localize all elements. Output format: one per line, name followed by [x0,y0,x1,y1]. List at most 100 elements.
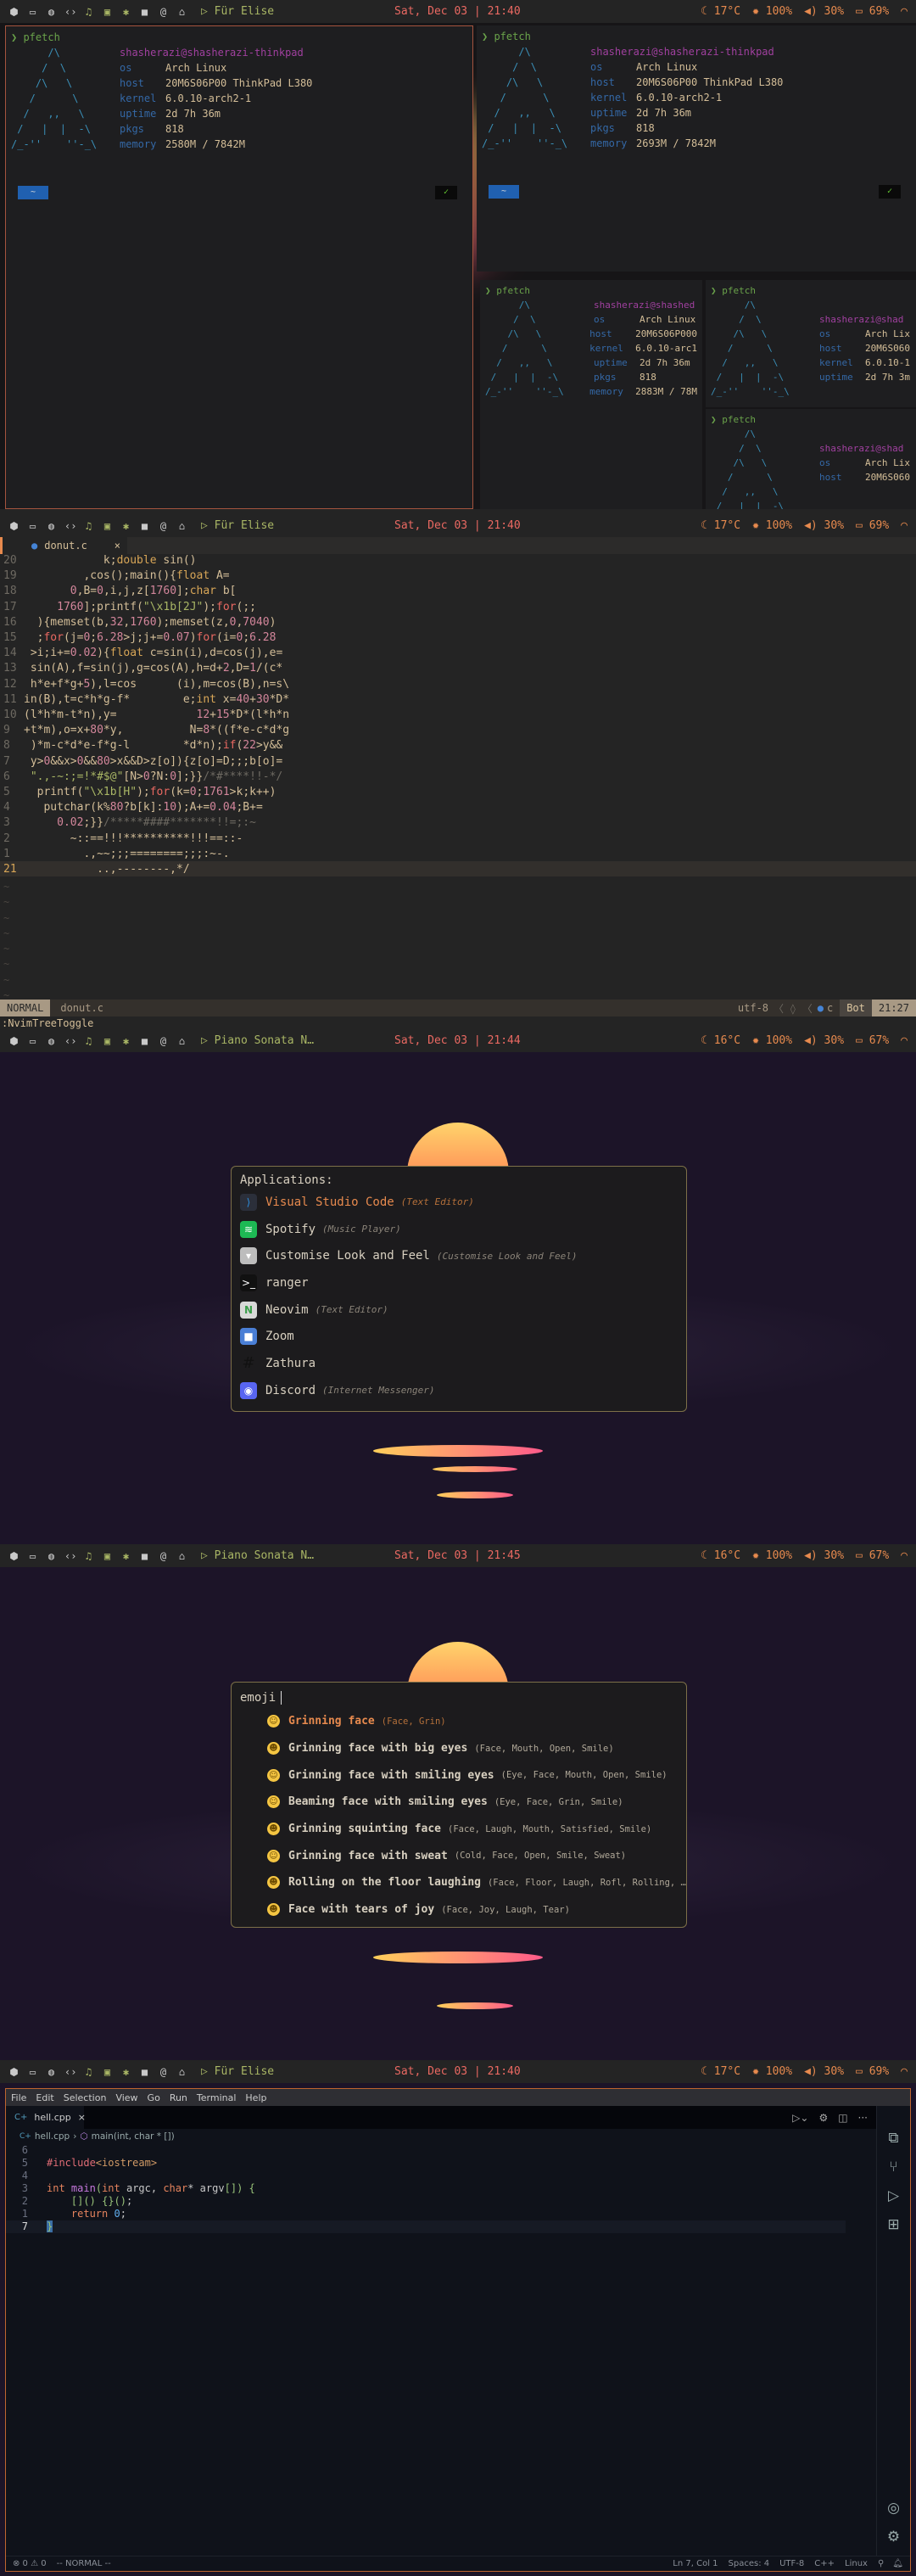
brightness-indicator[interactable]: ✹ 100% [752,2065,792,2078]
at-icon[interactable]: @ [158,6,169,18]
shapes-icon[interactable]: ⌂ [176,520,187,532]
code-icon[interactable]: ‹› [64,520,76,532]
gear-icon[interactable]: ⚙ [887,2528,900,2545]
folder-icon[interactable]: ▭ [27,1035,38,1047]
status-item[interactable]: Spaces: 4 [729,2559,770,2568]
play-icon[interactable]: ▷ [201,1549,215,1562]
status-item[interactable]: C++ [814,2559,835,2568]
play-icon[interactable]: ▷ [201,1034,215,1047]
feedback-icon[interactable]: ⚲ [878,2559,884,2568]
weather-indicator[interactable]: ☾ 16°C [701,1549,740,1562]
emoji-item[interactable]: ☻ Rolling on the floor laughing (Face, Flo… [232,1869,686,1896]
gear-icon[interactable]: ⚙ [818,2112,828,2124]
at-icon[interactable]: @ [158,1550,169,1562]
breadcrumb-symbol[interactable]: main(int, char * []) [92,2131,175,2142]
emoji-item[interactable]: ☺ Beaming face with smiling eyes (Eye, Fac… [232,1789,686,1816]
launcher-item[interactable]: ⟩ Visual Studio Code (Text Editor) [232,1189,686,1216]
launcher-item[interactable]: ■ Zoom [232,1323,686,1350]
chat-icon[interactable]: ▣ [102,1035,113,1047]
code-icon[interactable]: ‹› [64,2066,76,2078]
battery-indicator[interactable]: ▭ 69% [856,519,889,532]
split-editor-icon[interactable]: ◫ [838,2112,847,2124]
launcher-item[interactable]: ▾ Customise Look and Feel (Customise Look … [232,1242,686,1269]
battery-indicator[interactable]: ▭ 69% [856,2065,889,2078]
menu-help[interactable]: Help [245,2092,266,2103]
folder-icon[interactable]: ▭ [27,520,38,532]
terminal-window[interactable]: ❯ pfetch /\ / \ shasherazi@shad /\ \ os Arc… [706,280,916,407]
wifi-icon[interactable]: ◠ [901,1549,908,1562]
emoji-item[interactable]: ☻ Grinning squinting face (Face, Laugh, Mo… [232,1816,686,1843]
emoji-search-input[interactable]: emoji [232,1683,686,1708]
wifi-icon[interactable]: ◠ [901,519,908,532]
bell-icon[interactable]: 🔔︎ [892,2559,903,2568]
explorer-icon[interactable]: ⧉ [888,2130,898,2147]
emoji-item[interactable]: ☺ Grinning face (Face, Grin) [232,1708,686,1735]
code-editor[interactable]: 20 k;double sin() 19 ,cos();main(){float … [0,553,916,877]
media-player[interactable]: ▷ Für Elise [201,519,274,532]
settings-icon[interactable]: ✱ [120,1035,131,1047]
terminal-window[interactable]: ❯ pfetch /\ shasherazi@shasherazi-thinkpa… [477,25,916,272]
launcher-item[interactable]: >_ ranger [232,1269,686,1296]
launcher-item[interactable]: ≋ Spotify (Music Player) [232,1216,686,1243]
video-icon[interactable]: ■ [139,2066,150,2078]
brightness-indicator[interactable]: ✹ 100% [752,519,792,532]
menu-go[interactable]: Go [148,2092,160,2103]
at-icon[interactable]: @ [158,520,169,532]
status-item[interactable]: UTF-8 [779,2559,804,2568]
weather-indicator[interactable]: ☾ 17°C [701,5,740,18]
menu-run[interactable]: Run [170,2092,187,2103]
music-icon[interactable]: ♫ [83,1550,94,1562]
volume-indicator[interactable]: ◀) 30% [804,1034,844,1047]
launcher-item[interactable]: N Neovim (Text Editor) [232,1296,686,1324]
terminal-window[interactable]: ❯ pfetch /\ shasherazi@shasherazi-thinkpa… [5,25,473,509]
music-icon[interactable]: ♫ [83,6,94,18]
menu-view[interactable]: View [115,2092,137,2103]
launcher-item[interactable]: # Zathura [232,1350,686,1377]
volume-indicator[interactable]: ◀) 30% [804,5,844,18]
close-icon[interactable]: × [78,2112,86,2123]
terminal-window[interactable]: ❯ pfetch /\ shasherazi@shashed / \ os Arch … [480,280,702,509]
settings-icon[interactable]: ✱ [120,1550,131,1562]
globe-icon[interactable]: ◍ [46,1550,57,1562]
code-icon[interactable]: ‹› [64,1035,76,1047]
folder-icon[interactable]: ▭ [27,6,38,18]
folder-icon[interactable]: ▭ [27,2066,38,2078]
chat-icon[interactable]: ▣ [102,6,113,18]
settings-icon[interactable]: ✱ [120,6,131,18]
shapes-icon[interactable]: ⌂ [176,2066,187,2078]
battery-indicator[interactable]: ▭ 69% [856,5,889,18]
menu-edit[interactable]: Edit [36,2092,53,2103]
brightness-indicator[interactable]: ✹ 100% [752,1034,792,1047]
code-icon[interactable]: ‹› [64,6,76,18]
cube-icon[interactable]: ⬢ [8,6,20,18]
at-icon[interactable]: @ [158,1035,169,1047]
source-control-icon[interactable]: ⑂ [889,2159,897,2176]
cube-icon[interactable]: ⬢ [8,1550,20,1562]
volume-indicator[interactable]: ◀) 30% [804,519,844,532]
chat-icon[interactable]: ▣ [102,2066,113,2078]
more-icon[interactable]: ··· [858,2112,868,2124]
account-icon[interactable]: ◎ [887,2500,900,2517]
terminal-window[interactable]: ❯ pfetch /\ / \ shasherazi@shad /\ \ os Arc… [706,409,916,509]
globe-icon[interactable]: ◍ [46,520,57,532]
folder-icon[interactable]: ▭ [27,1550,38,1562]
run-icon[interactable]: ▷⌄ [792,2112,808,2124]
emoji-item[interactable]: ☺ Grinning face with smiling eyes (Eye, Fa… [232,1761,686,1789]
chat-icon[interactable]: ▣ [102,520,113,532]
buffer-tab[interactable]: ● donut.c × [0,537,127,554]
shapes-icon[interactable]: ⌂ [176,1035,187,1047]
weather-indicator[interactable]: ☾ 17°C [701,2065,740,2078]
play-icon[interactable]: ▷ [201,5,215,18]
status-item[interactable]: Linux [845,2559,868,2568]
menu-terminal[interactable]: Terminal [197,2092,237,2103]
wifi-icon[interactable]: ◠ [901,2065,908,2078]
editor-tab[interactable]: C+ hell.cpp × [6,2106,86,2129]
code-editor[interactable]: 6 5 #include<iostream> 4 3 int main(int argc,… [6,2144,846,2233]
video-icon[interactable]: ■ [139,1550,150,1562]
music-icon[interactable]: ♫ [83,520,94,532]
cube-icon[interactable]: ⬢ [8,1035,20,1047]
settings-icon[interactable]: ✱ [120,520,131,532]
video-icon[interactable]: ■ [139,6,150,18]
music-icon[interactable]: ♫ [83,1035,94,1047]
media-player[interactable]: ▷ Piano Sonata N… [201,1549,314,1562]
